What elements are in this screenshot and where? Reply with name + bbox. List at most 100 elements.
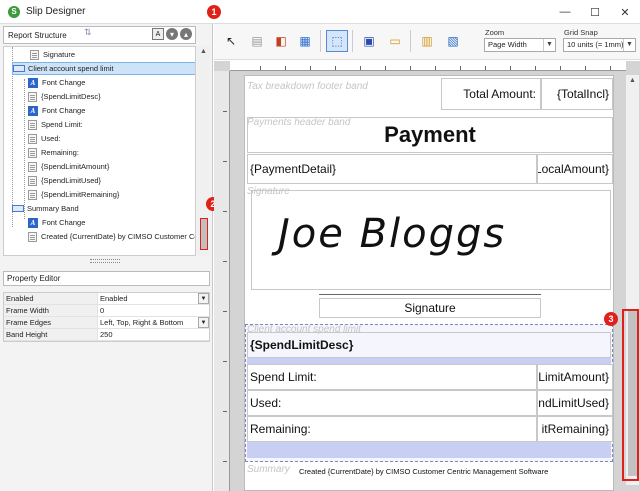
tree-item-spend-limit-used[interactable]: {SpendLimitUsed}: [28, 174, 101, 187]
payment-detail-field[interactable]: {PaymentDetail}: [247, 154, 537, 184]
title-bar: S Slip Designer: [0, 0, 640, 24]
text-object-icon[interactable]: ▤: [246, 30, 268, 52]
tree-guide-line: [24, 79, 25, 219]
scroll-up-icon[interactable]: ▲: [200, 48, 207, 55]
tree-item-client-account-spend-limit[interactable]: Client account spend limit: [12, 62, 195, 75]
chevron-down-icon[interactable]: ▼: [543, 39, 555, 51]
total-amount-label[interactable]: Total Amount:: [441, 78, 541, 110]
used-label[interactable]: Used:: [247, 390, 537, 416]
tree-item-font-change[interactable]: A Font Change: [28, 104, 85, 117]
sort-az-icon[interactable]: A: [152, 28, 164, 40]
signature-label[interactable]: Signature: [319, 298, 541, 318]
document-icon: [28, 161, 37, 172]
spend-limit-remaining-field[interactable]: itRemaining}: [537, 416, 613, 442]
tree-scrollbar[interactable]: ▲: [197, 46, 210, 256]
chevron-down-icon[interactable]: ▼: [198, 293, 209, 304]
property-row-frame-width[interactable]: Frame Width 0: [4, 305, 209, 317]
created-by-text[interactable]: Created {CurrentDate} by CIMSO Customer …: [299, 465, 609, 477]
spend-limit-used-field[interactable]: ndLimitUsed}: [537, 390, 613, 416]
grid-snap-select[interactable]: 10 units (= 1mm) ▼: [563, 38, 636, 52]
total-incl-field[interactable]: {TotalIncl}: [541, 78, 613, 110]
grid-snap-value: 10 units (= 1mm): [567, 40, 624, 49]
property-editor: Property Editor Enabled Enabled ▼ Frame …: [3, 271, 210, 342]
tree-item-summary-band[interactable]: Summary Band: [12, 202, 79, 215]
property-value[interactable]: 250: [98, 329, 209, 340]
tree-item-label: Font Change: [42, 106, 86, 115]
property-row-enabled[interactable]: Enabled Enabled ▼: [4, 293, 209, 305]
image-object-icon[interactable]: ◧: [270, 30, 292, 52]
property-name: Frame Edges: [4, 317, 98, 328]
picture-icon[interactable]: ▦: [294, 30, 316, 52]
band-divider-strip: [247, 442, 611, 458]
chevron-down-icon[interactable]: ▼: [198, 317, 209, 328]
remaining-label[interactable]: Remaining:: [247, 416, 537, 442]
local-amount-field[interactable]: LocalAmount}: [537, 154, 613, 184]
open-folder-icon[interactable]: ▭: [384, 30, 406, 52]
ruler-tick: [535, 66, 536, 70]
font-icon: A: [28, 77, 38, 88]
band-icon: [12, 205, 24, 212]
tree-item-font-change[interactable]: A Font Change: [28, 216, 85, 229]
tree-item-spend-limit-label[interactable]: Spend Limit:: [28, 118, 83, 131]
report-structure-tools: A ▾ ▴: [152, 28, 192, 40]
tree-item-signature[interactable]: Signature: [30, 48, 75, 61]
tree-item-label: Signature: [43, 50, 76, 59]
app-icon: S: [8, 5, 20, 18]
spend-limit-label[interactable]: Spend Limit:: [247, 364, 537, 390]
move-down-icon[interactable]: ▾: [166, 28, 178, 40]
spend-limit-amount-field[interactable]: LimitAmount}: [537, 364, 613, 390]
payment-title[interactable]: Payment: [247, 117, 613, 153]
property-value[interactable]: 0: [98, 305, 209, 316]
ruler-tick: [460, 66, 461, 70]
property-value[interactable]: Enabled ▼: [98, 293, 209, 304]
property-editor-title: Property Editor: [3, 271, 210, 286]
document-icon: [28, 119, 37, 130]
tree-item-font-change[interactable]: A Font Change: [28, 76, 85, 89]
property-row-band-height[interactable]: Band Height 250: [4, 329, 209, 341]
document-icon: [28, 189, 37, 200]
ruler-tick: [223, 361, 227, 362]
design-surface: Tax breakdown footer band Total Amount: …: [214, 61, 640, 491]
export-icon[interactable]: ▥: [416, 30, 438, 52]
preview-icon[interactable]: ▧: [442, 30, 464, 52]
property-value-text: Enabled: [100, 294, 128, 303]
maximize-button[interactable]: ☐: [580, 0, 610, 24]
ruler-tick: [585, 66, 586, 70]
pointer-icon[interactable]: ↖: [220, 30, 242, 52]
tree-item-spend-limit-desc[interactable]: {SpendLimitDesc}: [28, 90, 101, 103]
report-structure-tree: Signature Client account spend limit A F…: [3, 46, 196, 256]
tree-item-spend-limit-amount[interactable]: {SpendLimitAmount}: [28, 160, 109, 173]
select-frame-icon[interactable]: ⬚: [326, 30, 348, 52]
property-grid: Enabled Enabled ▼ Frame Width 0 Frame Ed…: [3, 292, 210, 342]
signature-line: [319, 294, 541, 295]
move-up-icon[interactable]: ▴: [180, 28, 192, 40]
ruler-tick: [435, 66, 436, 70]
document-icon: [28, 175, 37, 186]
tree-item-created-text[interactable]: Created {CurrentDate} by CIMSO Customer …: [28, 230, 195, 243]
spend-limit-desc-field[interactable]: {SpendLimitDesc}: [247, 332, 611, 358]
tree-item-label: {SpendLimitDesc}: [41, 92, 101, 101]
sort-icon[interactable]: ⇅: [84, 27, 98, 39]
tree-scrollbar-thumb[interactable]: [200, 218, 208, 250]
close-button[interactable]: ✕: [610, 0, 640, 24]
ruler-tick: [510, 66, 511, 70]
signature-image-frame[interactable]: Joe Bloggs: [251, 190, 611, 290]
ruler-tick: [610, 66, 611, 70]
tree-item-label: Client account spend limit: [28, 64, 114, 73]
minimize-button[interactable]: —: [550, 0, 580, 24]
tree-item-spend-limit-remaining[interactable]: {SpendLimitRemaining}: [28, 188, 119, 201]
tree-item-label: {SpendLimitRemaining}: [41, 190, 120, 199]
chevron-down-icon[interactable]: ▼: [623, 39, 635, 51]
pane-splitter[interactable]: [90, 259, 120, 263]
zoom-select[interactable]: Page Width ▼: [484, 38, 556, 52]
property-row-frame-edges[interactable]: Frame Edges Left, Top, Right & Bottom ▼: [4, 317, 209, 329]
document-icon: [28, 147, 37, 158]
save-icon[interactable]: ▣: [358, 30, 380, 52]
scroll-up-icon[interactable]: ▲: [629, 77, 636, 84]
ruler-tick: [485, 66, 486, 70]
property-value-text: 0: [100, 306, 105, 315]
ruler-tick: [223, 211, 227, 212]
tree-item-used-label[interactable]: Used:: [28, 132, 61, 145]
property-value[interactable]: Left, Top, Right & Bottom ▼: [98, 317, 209, 328]
tree-item-remaining-label[interactable]: Remaining:: [28, 146, 79, 159]
